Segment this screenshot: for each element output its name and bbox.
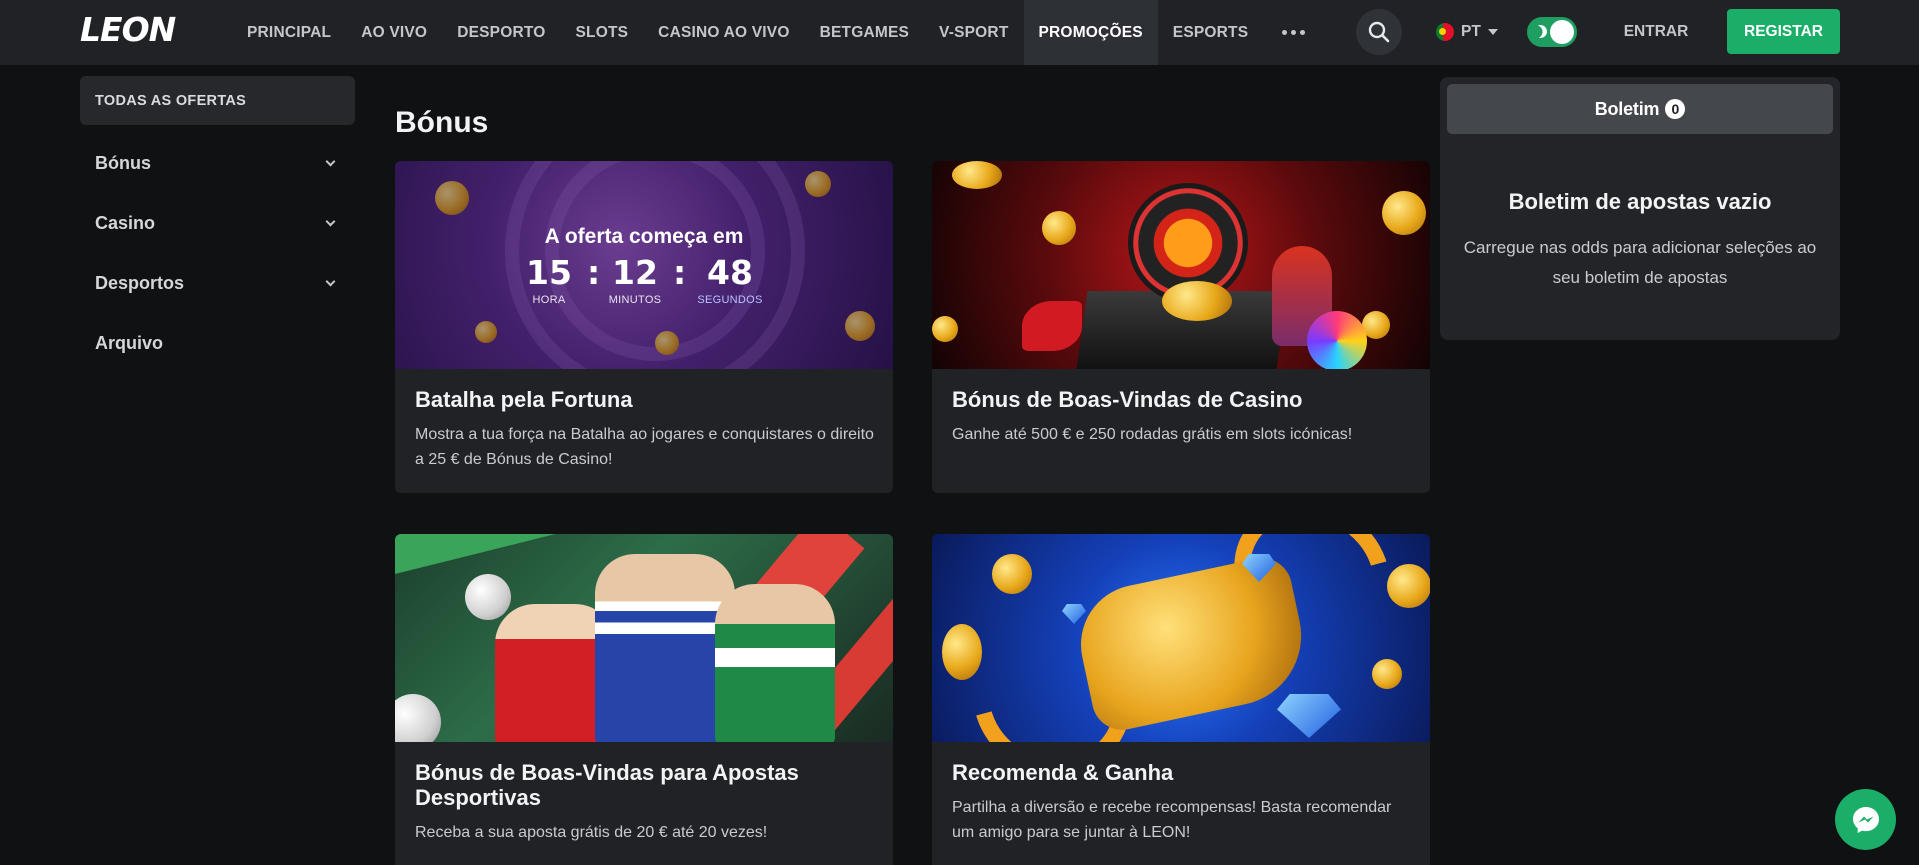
promo-banner-image: A oferta começa em 15 HORA : 12 MINUTOS … xyxy=(395,161,893,369)
promo-card-refer-friend[interactable]: Recomenda & Ganha Partilha a diversão e … xyxy=(932,534,1430,865)
theme-toggle[interactable] xyxy=(1527,17,1577,47)
card-title: Bónus de Boas-Vindas para Apostas Despor… xyxy=(415,760,799,810)
sidebar-item-all-offers[interactable]: TODAS AS OFERTAS xyxy=(80,76,355,125)
countdown-seconds: 48 xyxy=(707,253,753,292)
promo-card-sports-welcome[interactable]: Bónus de Boas-Vindas para Apostas Despor… xyxy=(395,534,893,865)
caret-down-icon xyxy=(1487,29,1498,35)
language-code: PT xyxy=(1461,23,1481,40)
promo-banner-image xyxy=(932,161,1430,369)
chevron-down-icon xyxy=(325,156,336,166)
main-nav: PRINCIPAL AO VIVO DESPORTO SLOTS CASINO … xyxy=(232,0,1323,65)
moon-icon xyxy=(1532,23,1550,41)
card-description: Ganhe até 500 € e 250 rodadas grátis em … xyxy=(952,426,1353,443)
chevron-down-icon xyxy=(325,276,336,286)
chevron-down-icon xyxy=(325,216,336,226)
countdown-seconds-label: SEGUNDOS xyxy=(697,294,763,306)
promo-banner-image xyxy=(932,534,1430,742)
card-description: Mostra a tua força na Batalha ao jogares… xyxy=(415,426,874,468)
countdown-hours-label: HORA xyxy=(532,294,566,306)
card-title: Batalha pela Fortuna xyxy=(415,387,633,412)
promo-card-battle[interactable]: A oferta começa em 15 HORA : 12 MINUTOS … xyxy=(395,161,893,493)
betslip-empty-title: Boletim de apostas vazio xyxy=(1508,189,1772,214)
nav-item-v-sport[interactable]: V-SPORT xyxy=(924,0,1023,65)
sidebar-item-bonus[interactable]: Bónus xyxy=(80,133,355,193)
countdown-label: A oferta começa em xyxy=(544,225,744,248)
search-icon xyxy=(1368,21,1390,43)
page-title: Bónus xyxy=(395,106,489,139)
search-button[interactable] xyxy=(1356,9,1402,55)
sidebar-item-label: Desportos xyxy=(95,272,185,293)
betslip-panel: Boletim 0 Boletim de apostas vazio Carre… xyxy=(1440,77,1840,340)
nav-item-betgames[interactable]: BETGAMES xyxy=(805,0,924,65)
card-description: Partilha a diversão e recebe recompensas… xyxy=(952,799,1392,841)
login-button[interactable]: ENTRAR xyxy=(1606,10,1706,54)
nav-item-esports[interactable]: ESPORTS xyxy=(1158,0,1263,65)
language-selector[interactable]: PT xyxy=(1436,20,1498,44)
countdown-minutes-label: MINUTOS xyxy=(608,294,662,306)
betslip-empty-description: Carregue nas odds para adicionar seleçõe… xyxy=(1463,238,1817,287)
leon-logo[interactable]: LEON xyxy=(80,13,176,46)
nav-item-ao-vivo[interactable]: AO VIVO xyxy=(346,0,442,65)
card-title: Bónus de Boas-Vindas de Casino xyxy=(952,387,1303,412)
messenger-icon xyxy=(1852,806,1879,833)
register-button[interactable]: REGISTAR xyxy=(1727,9,1840,54)
promo-card-casino-welcome[interactable]: Bónus de Boas-Vindas de Casino Ganhe até… xyxy=(932,161,1430,493)
betslip-tab[interactable]: Boletim 0 xyxy=(1447,84,1833,134)
sidebar-item-label: Bónus xyxy=(95,152,151,173)
sidebar-item-desportos[interactable]: Desportos xyxy=(80,253,355,313)
more-dots-icon[interactable] xyxy=(1263,0,1323,65)
nav-item-principal[interactable]: PRINCIPAL xyxy=(232,0,346,65)
sidebar-item-casino[interactable]: Casino xyxy=(80,193,355,253)
nav-item-casino-ao-vivo[interactable]: CASINO AO VIVO xyxy=(643,0,804,65)
promotions-sidebar: TODAS AS OFERTAS Bónus Casino Desportos … xyxy=(80,76,355,373)
chat-button[interactable] xyxy=(1835,789,1896,850)
countdown-hours: 15 xyxy=(526,253,572,292)
sidebar-item-label: Arquivo xyxy=(95,332,164,353)
card-title: Recomenda & Ganha xyxy=(952,760,1174,785)
top-header: LEON PRINCIPAL AO VIVO DESPORTO SLOTS CA… xyxy=(0,0,1919,65)
sidebar-item-label: Casino xyxy=(95,212,156,233)
toggle-knob xyxy=(1550,20,1574,44)
betslip-count-badge: 0 xyxy=(1665,99,1686,119)
card-description: Receba a sua aposta grátis de 20 € até 2… xyxy=(415,824,768,841)
offer-countdown: A oferta começa em 15 HORA : 12 MINUTOS … xyxy=(395,225,893,306)
nav-item-promocoes[interactable]: PROMOÇÕES xyxy=(1023,0,1158,65)
nav-item-desporto[interactable]: DESPORTO xyxy=(442,0,560,65)
countdown-minutes: 12 xyxy=(612,253,658,292)
promo-banner-image xyxy=(395,534,893,742)
sidebar-item-arquivo[interactable]: Arquivo xyxy=(80,313,355,373)
betslip-tab-label: Boletim xyxy=(1594,98,1660,119)
nav-item-slots[interactable]: SLOTS xyxy=(561,0,644,65)
portugal-flag-icon xyxy=(1436,23,1454,41)
